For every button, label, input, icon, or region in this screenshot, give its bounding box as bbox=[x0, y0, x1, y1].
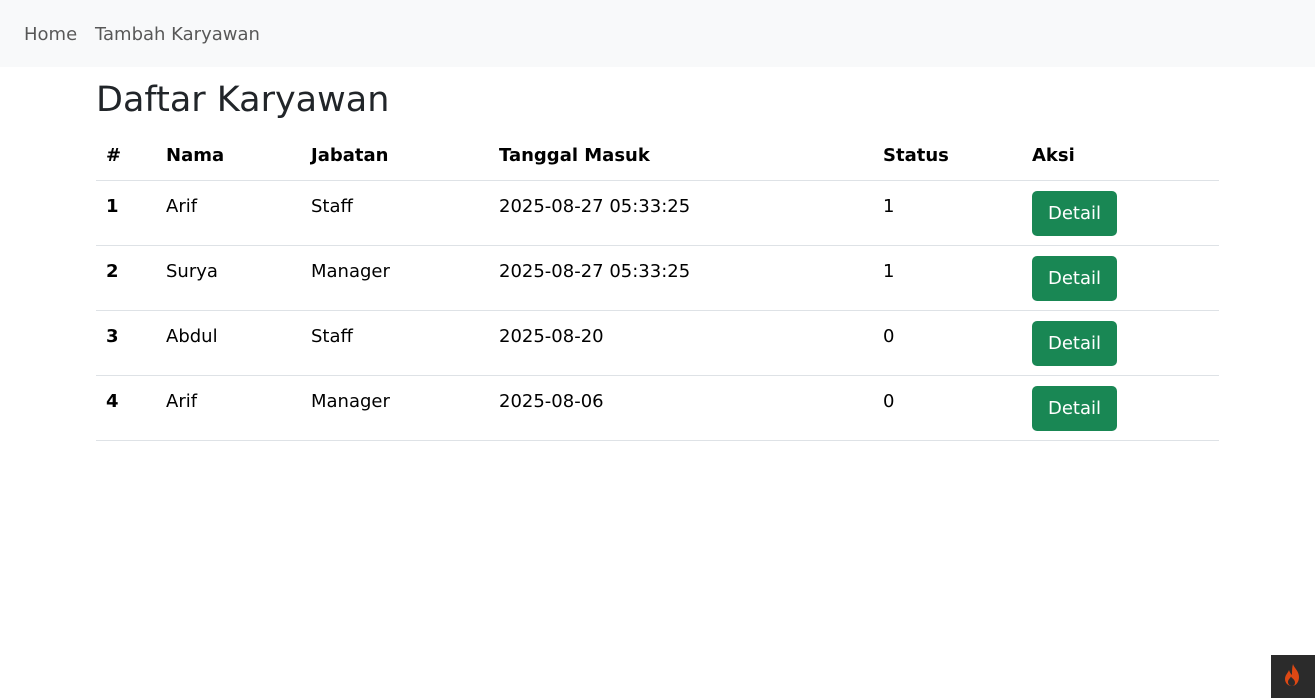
detail-button[interactable]: Detail bbox=[1032, 320, 1118, 366]
cell-status: 1 bbox=[873, 245, 1022, 311]
cell-tanggal-masuk: 2025-08-27 05:33:25 bbox=[489, 180, 873, 246]
nav-add-employee-link[interactable]: Tambah Karyawan bbox=[95, 24, 260, 45]
cell-number: 1 bbox=[96, 180, 156, 246]
cell-jabatan: Staff bbox=[301, 180, 489, 246]
detail-button[interactable]: Detail bbox=[1032, 385, 1118, 431]
employee-table: # Nama Jabatan Tanggal Masuk Status Aksi… bbox=[96, 134, 1219, 441]
debug-toolbar-toggle[interactable] bbox=[1271, 655, 1315, 698]
column-header-aksi: Aksi bbox=[1022, 134, 1219, 181]
employee-table-container: # Nama Jabatan Tanggal Masuk Status Aksi… bbox=[96, 134, 1219, 441]
column-header-tanggal-masuk: Tanggal Masuk bbox=[489, 134, 873, 181]
column-header-nama: Nama bbox=[156, 134, 301, 181]
table-row: 3 Abdul Staff 2025-08-20 0 Detail bbox=[96, 310, 1219, 376]
detail-button[interactable]: Detail bbox=[1032, 255, 1118, 301]
table-row: 2 Surya Manager 2025-08-27 05:33:25 1 De… bbox=[96, 245, 1219, 311]
column-header-jabatan: Jabatan bbox=[301, 134, 489, 181]
detail-button[interactable]: Detail bbox=[1032, 190, 1118, 236]
cell-tanggal-masuk: 2025-08-27 05:33:25 bbox=[489, 245, 873, 311]
cell-aksi: Detail bbox=[1022, 375, 1219, 441]
flame-icon bbox=[1282, 663, 1304, 691]
cell-tanggal-masuk: 2025-08-06 bbox=[489, 375, 873, 441]
cell-aksi: Detail bbox=[1022, 245, 1219, 311]
navbar: Home Tambah Karyawan bbox=[0, 0, 1315, 67]
table-header-row: # Nama Jabatan Tanggal Masuk Status Aksi bbox=[96, 134, 1219, 181]
cell-aksi: Detail bbox=[1022, 310, 1219, 376]
column-header-number: # bbox=[96, 134, 156, 181]
cell-tanggal-masuk: 2025-08-20 bbox=[489, 310, 873, 376]
nav-home-link[interactable]: Home bbox=[24, 24, 77, 45]
cell-nama: Arif bbox=[156, 375, 301, 441]
cell-number: 2 bbox=[96, 245, 156, 311]
cell-jabatan: Manager bbox=[301, 375, 489, 441]
cell-jabatan: Staff bbox=[301, 310, 489, 376]
cell-status: 0 bbox=[873, 375, 1022, 441]
cell-status: 1 bbox=[873, 180, 1022, 246]
cell-nama: Arif bbox=[156, 180, 301, 246]
table-row: 1 Arif Staff 2025-08-27 05:33:25 1 Detai… bbox=[96, 180, 1219, 246]
table-row: 4 Arif Manager 2025-08-06 0 Detail bbox=[96, 375, 1219, 441]
cell-nama: Surya bbox=[156, 245, 301, 311]
cell-aksi: Detail bbox=[1022, 180, 1219, 246]
column-header-status: Status bbox=[873, 134, 1022, 181]
cell-number: 4 bbox=[96, 375, 156, 441]
cell-status: 0 bbox=[873, 310, 1022, 376]
page-title: Daftar Karyawan bbox=[96, 80, 390, 120]
cell-nama: Abdul bbox=[156, 310, 301, 376]
table-header: # Nama Jabatan Tanggal Masuk Status Aksi bbox=[96, 134, 1219, 181]
cell-number: 3 bbox=[96, 310, 156, 376]
table-body: 1 Arif Staff 2025-08-27 05:33:25 1 Detai… bbox=[96, 180, 1219, 441]
cell-jabatan: Manager bbox=[301, 245, 489, 311]
